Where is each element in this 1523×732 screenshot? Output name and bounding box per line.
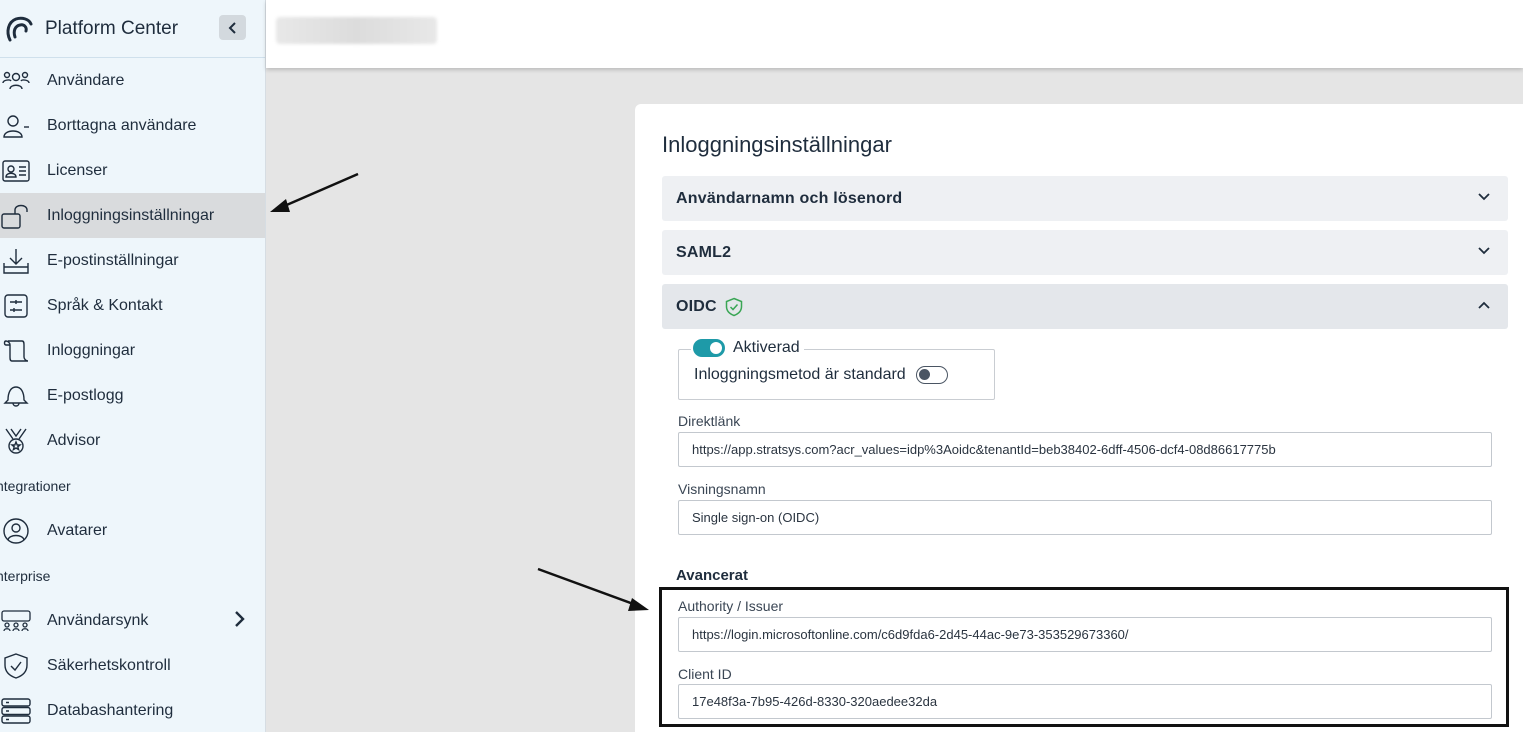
sidebar-item-e-postinstallningar[interactable]: E-postinställningar xyxy=(0,238,265,283)
sidebar-item-label: Avatarer xyxy=(47,521,108,539)
direct-link-field[interactable]: https://app.stratsys.com?acr_values=idp%… xyxy=(678,432,1492,467)
scroll-icon xyxy=(1,336,31,366)
sidebar-item-sprak-kontakt[interactable]: Språk & Kontakt xyxy=(0,283,265,328)
sidebar-item-anvandare[interactable]: Användare xyxy=(0,58,265,103)
display-name-field[interactable]: Single sign-on (OIDC) xyxy=(678,500,1492,535)
sidebar-item-label: Säkerhetskontroll xyxy=(47,656,171,674)
enabled-toggle[interactable] xyxy=(693,339,725,357)
sidebar-item-label: Språk & Kontakt xyxy=(47,296,163,314)
user-circle-icon xyxy=(1,516,31,546)
sidebar-item-label: Databashantering xyxy=(47,701,174,719)
accordion-username-password[interactable]: Användarnamn och lösenord xyxy=(662,176,1508,221)
default-method-row: Inloggningsmetod är standard xyxy=(694,366,948,384)
sidebar-item-label: Användarsynk xyxy=(47,611,149,629)
annotation-arrow-sidebar xyxy=(270,172,359,212)
user-minus-icon xyxy=(1,111,31,141)
sidebar-item-label: Advisor xyxy=(47,431,101,449)
chevron-down-icon xyxy=(1478,193,1490,201)
app-title: Platform Center xyxy=(45,17,179,39)
users-icon xyxy=(1,66,31,96)
section-label-integrationer: ntegrationer xyxy=(0,477,71,494)
sidebar-item-label: Inloggningsinställningar xyxy=(47,206,215,224)
shield-check-icon xyxy=(1,651,31,681)
display-name-label: Visningsnamn xyxy=(678,481,766,497)
oidc-activation-group: Aktiverad Inloggningsmetod är standard xyxy=(678,339,995,400)
medal-icon xyxy=(1,426,31,456)
sidebar-item-label: Borttagna användare xyxy=(47,116,197,134)
sidebar-item-inloggningar[interactable]: Inloggningar xyxy=(0,328,265,373)
sidebar-item-borttagna-anvandare[interactable]: Borttagna användare xyxy=(0,103,265,148)
sidebar-item-e-postlogg[interactable]: E-postlogg xyxy=(0,373,265,418)
sidebar-item-label: E-postlogg xyxy=(47,386,124,404)
sliders-icon xyxy=(1,291,31,321)
top-bar xyxy=(266,0,1523,68)
group-sync-icon xyxy=(1,606,31,636)
sidebar-item-inloggningsinstallningar[interactable]: Inloggningsinställningar xyxy=(0,193,265,238)
blurred-breadcrumb xyxy=(276,17,437,44)
sidebar-item-advisor[interactable]: Advisor xyxy=(0,418,265,463)
unlock-icon xyxy=(1,201,31,231)
sidebar-item-licenser[interactable]: Licenser xyxy=(0,148,265,193)
sidebar-item-label: Användare xyxy=(47,71,125,89)
section-label-enterprise: nterprise xyxy=(0,567,51,584)
annotation-arrow-advanced xyxy=(537,567,649,611)
accordion-label: SAML2 xyxy=(676,243,732,261)
accordion-saml2[interactable]: SAML2 xyxy=(662,230,1508,275)
chevron-down-icon xyxy=(1478,247,1490,255)
default-method-toggle[interactable] xyxy=(915,366,948,384)
chevron-right-icon xyxy=(235,611,245,627)
sidebar-item-avatarer[interactable]: Avatarer xyxy=(0,508,265,553)
id-card-icon xyxy=(1,156,31,186)
sidebar-item-label: Licenser xyxy=(47,161,108,179)
sidebar-item-label: E-postinställningar xyxy=(47,251,179,269)
inbox-download-icon xyxy=(1,246,31,276)
collapse-sidebar-button[interactable] xyxy=(219,15,246,40)
accordion-oidc[interactable]: OIDC xyxy=(662,284,1508,329)
verified-shield-icon xyxy=(725,297,743,316)
sidebar-item-sakerhetskontroll[interactable]: Säkerhetskontroll xyxy=(0,643,265,688)
chevron-up-icon xyxy=(1478,301,1490,309)
annotation-highlight-box xyxy=(659,587,1509,727)
settings-card: Inloggningsinställningar Användarnamn oc… xyxy=(635,104,1523,732)
platform-logo-icon xyxy=(6,16,33,41)
accordion-label: Användarnamn och lösenord xyxy=(676,189,903,207)
sidebar-item-label: Inloggningar xyxy=(47,341,136,359)
chevron-left-icon xyxy=(228,21,236,34)
bell-icon xyxy=(1,381,31,411)
database-icon xyxy=(1,696,31,726)
enabled-label: Aktiverad xyxy=(733,339,800,356)
sidebar-item-databashantering[interactable]: Databashantering xyxy=(0,688,265,732)
page-title: Inloggningsinställningar xyxy=(662,132,892,157)
direct-link-label: Direktlänk xyxy=(678,413,741,429)
advanced-heading: Avancerat xyxy=(676,567,748,584)
default-method-label: Inloggningsmetod är standard xyxy=(694,366,906,383)
sidebar-item-anvandarsynk[interactable]: Användarsynk xyxy=(0,598,265,643)
activation-legend: Aktiverad xyxy=(691,339,804,357)
brand-header: Platform Center xyxy=(0,0,265,58)
sidebar: Platform Center Användare Borttagna anvä… xyxy=(0,0,266,732)
accordion-label: OIDC xyxy=(676,297,717,315)
